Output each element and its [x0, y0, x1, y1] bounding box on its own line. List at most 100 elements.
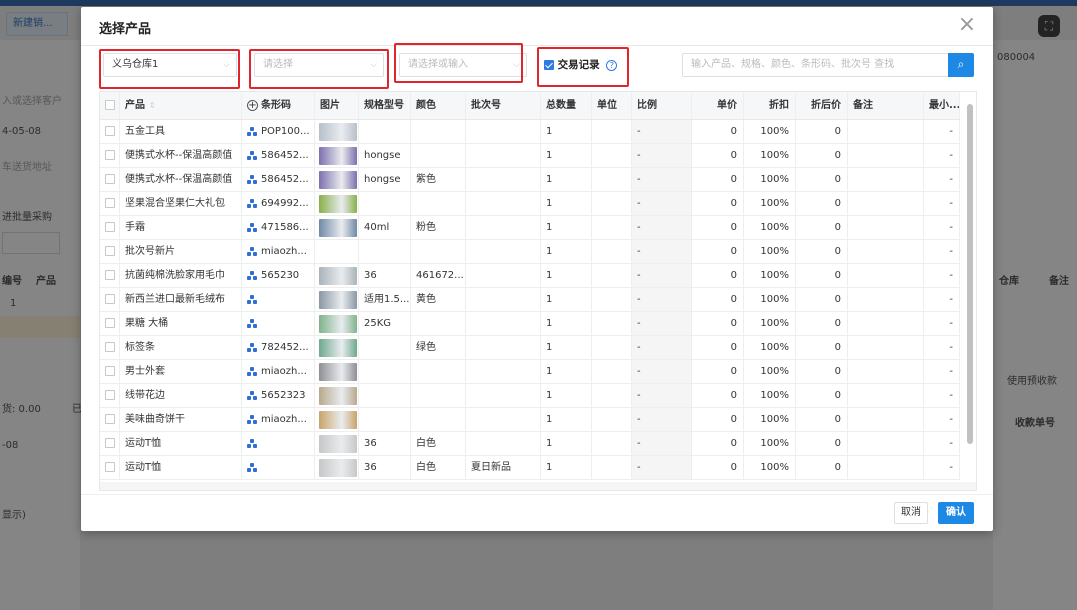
hierarchy-icon[interactable]	[247, 390, 257, 400]
cell-product[interactable]: 标签条	[120, 336, 242, 359]
row-checkbox[interactable]	[104, 198, 115, 208]
row-checkbox-cell[interactable]	[100, 312, 120, 335]
table-row[interactable]: 五金工具 POP100... 1 - 0 100% 0 -	[100, 120, 960, 144]
product-thumbnail[interactable]	[319, 171, 357, 189]
row-checkbox[interactable]	[104, 318, 115, 328]
hierarchy-icon[interactable]	[247, 414, 257, 424]
row-checkbox[interactable]	[104, 270, 115, 280]
row-checkbox[interactable]	[104, 462, 115, 472]
cell-product[interactable]: 手霜	[120, 216, 242, 239]
row-checkbox[interactable]	[104, 294, 115, 304]
table-row[interactable]: 标签条 782452... 绿色 1 - 0 100% 0 -	[100, 336, 960, 360]
row-checkbox[interactable]	[104, 174, 115, 184]
category-select[interactable]: 请选择 ⌵	[254, 53, 384, 77]
cell-product[interactable]: 坚果混合坚果仁大礼包	[120, 192, 242, 215]
row-checkbox-cell[interactable]	[100, 144, 120, 167]
row-checkbox-cell[interactable]	[100, 120, 120, 143]
row-checkbox-cell[interactable]	[100, 168, 120, 191]
cell-product[interactable]: 运动T恤	[120, 456, 242, 479]
cell-product[interactable]: 五金工具	[120, 120, 242, 143]
cell-product[interactable]: 美味曲奇饼干	[120, 408, 242, 431]
row-checkbox-cell[interactable]	[100, 288, 120, 311]
table-row[interactable]: 线带花边 5652323 1 - 0 100% 0 -	[100, 384, 960, 408]
row-checkbox[interactable]	[104, 150, 115, 160]
cancel-button[interactable]: 取消	[894, 502, 928, 524]
product-thumbnail[interactable]	[319, 123, 357, 141]
hierarchy-icon[interactable]	[247, 174, 257, 184]
warehouse-select[interactable]: 义乌仓库1 ⌵	[103, 53, 237, 77]
row-checkbox-cell[interactable]	[100, 264, 120, 287]
trade-record-toggle[interactable]: 交易记录 ?	[544, 57, 618, 72]
hierarchy-icon[interactable]	[247, 342, 257, 352]
table-row[interactable]: 批次号新片 miaozh... 1 - 0 100% 0 -	[100, 240, 960, 264]
row-checkbox[interactable]	[104, 126, 115, 136]
hierarchy-icon[interactable]	[247, 366, 257, 376]
product-thumbnail[interactable]	[319, 267, 357, 285]
table-row[interactable]: 男士外套 miaozh... 1 - 0 100% 0 -	[100, 360, 960, 384]
hierarchy-icon[interactable]	[247, 462, 257, 472]
horizontal-scrollbar[interactable]	[100, 482, 976, 490]
hierarchy-icon[interactable]	[247, 438, 257, 448]
table-row[interactable]: 手霜 471586... 40ml 粉色 1 - 0 100% 0 -	[100, 216, 960, 240]
row-checkbox[interactable]	[104, 366, 115, 376]
row-checkbox[interactable]	[104, 438, 115, 448]
hierarchy-icon[interactable]	[247, 270, 257, 280]
row-checkbox-cell[interactable]	[100, 408, 120, 431]
add-circle-icon[interactable]: +	[247, 100, 258, 111]
hierarchy-icon[interactable]	[247, 246, 257, 256]
hierarchy-icon[interactable]	[247, 222, 257, 232]
cell-product[interactable]: 新西兰进口最新毛绒布	[120, 288, 242, 311]
hierarchy-icon[interactable]	[247, 150, 257, 160]
table-row[interactable]: 美味曲奇饼干 miaozh... 1 - 0 100% 0 -	[100, 408, 960, 432]
table-row[interactable]: 新西兰进口最新毛绒布 适用1.5... 黄色 1 - 0 100% 0 -	[100, 288, 960, 312]
table-row[interactable]: 果糖 大桶 25KG 1 - 0 100% 0 -	[100, 312, 960, 336]
product-thumbnail[interactable]	[319, 147, 357, 165]
search-button[interactable]: ⌕	[948, 53, 974, 77]
product-thumbnail[interactable]	[319, 315, 357, 333]
product-thumbnail[interactable]	[319, 411, 357, 429]
close-icon[interactable]: ×	[957, 14, 977, 36]
row-checkbox[interactable]	[104, 222, 115, 232]
help-icon[interactable]: ?	[606, 59, 618, 71]
table-row[interactable]: 便携式水杯--保温高颜值 586452... hongse 1 - 0 100% 0 -	[100, 144, 960, 168]
table-row[interactable]: 便携式水杯--保温高颜值 586452... hongse 紫色 1 - 0 100% 0 -	[100, 168, 960, 192]
row-checkbox-cell[interactable]	[100, 384, 120, 407]
search-input[interactable]: 输入产品、规格、颜色、条形码、批次号 查找	[682, 53, 948, 77]
product-thumbnail[interactable]	[319, 459, 357, 477]
table-row[interactable]: 运动T恤 36 白色 1 - 0 100% 0 -	[100, 432, 960, 456]
hierarchy-icon[interactable]	[247, 294, 257, 304]
row-checkbox-cell[interactable]	[100, 336, 120, 359]
confirm-button[interactable]: 确认	[938, 502, 974, 524]
batch-select[interactable]: 请选择或输入 ⌵	[399, 53, 527, 77]
cell-product[interactable]: 批次号新片	[120, 240, 242, 263]
row-checkbox-cell[interactable]	[100, 216, 120, 239]
product-thumbnail[interactable]	[319, 363, 357, 381]
cell-product[interactable]: 果糖 大桶	[120, 312, 242, 335]
hierarchy-icon[interactable]	[247, 318, 257, 328]
hierarchy-icon[interactable]	[247, 198, 257, 208]
hierarchy-icon[interactable]	[247, 126, 257, 136]
table-row[interactable]: 坚果混合坚果仁大礼包 694992... 1 - 0 100% 0 -	[100, 192, 960, 216]
product-thumbnail[interactable]	[319, 339, 357, 357]
table-row[interactable]: 抗菌纯棉洗脸家用毛巾 565230 36 461672... 1 - 0 100% 0 -	[100, 264, 960, 288]
table-row[interactable]: 运动T恤 36 白色 夏日新品 1 - 0 100% 0 -	[100, 456, 960, 480]
header-product[interactable]: 产品 ⇕	[120, 92, 242, 119]
row-checkbox[interactable]	[104, 414, 115, 424]
product-thumbnail[interactable]	[319, 435, 357, 453]
row-checkbox-cell[interactable]	[100, 432, 120, 455]
trade-record-checkbox[interactable]	[544, 60, 554, 70]
product-thumbnail[interactable]	[319, 219, 357, 237]
cell-product[interactable]: 线带花边	[120, 384, 242, 407]
row-checkbox[interactable]	[104, 390, 115, 400]
product-thumbnail[interactable]	[319, 387, 357, 405]
product-thumbnail[interactable]	[319, 195, 357, 213]
row-checkbox[interactable]	[104, 246, 115, 256]
row-checkbox-cell[interactable]	[100, 240, 120, 263]
cell-product[interactable]: 抗菌纯棉洗脸家用毛巾	[120, 264, 242, 287]
select-all-checkbox[interactable]	[104, 100, 115, 110]
cell-product[interactable]: 便携式水杯--保温高颜值	[120, 168, 242, 191]
product-thumbnail[interactable]	[319, 291, 357, 309]
row-checkbox-cell[interactable]	[100, 456, 120, 479]
row-checkbox-cell[interactable]	[100, 360, 120, 383]
sort-icon[interactable]: ⇕	[149, 101, 156, 110]
